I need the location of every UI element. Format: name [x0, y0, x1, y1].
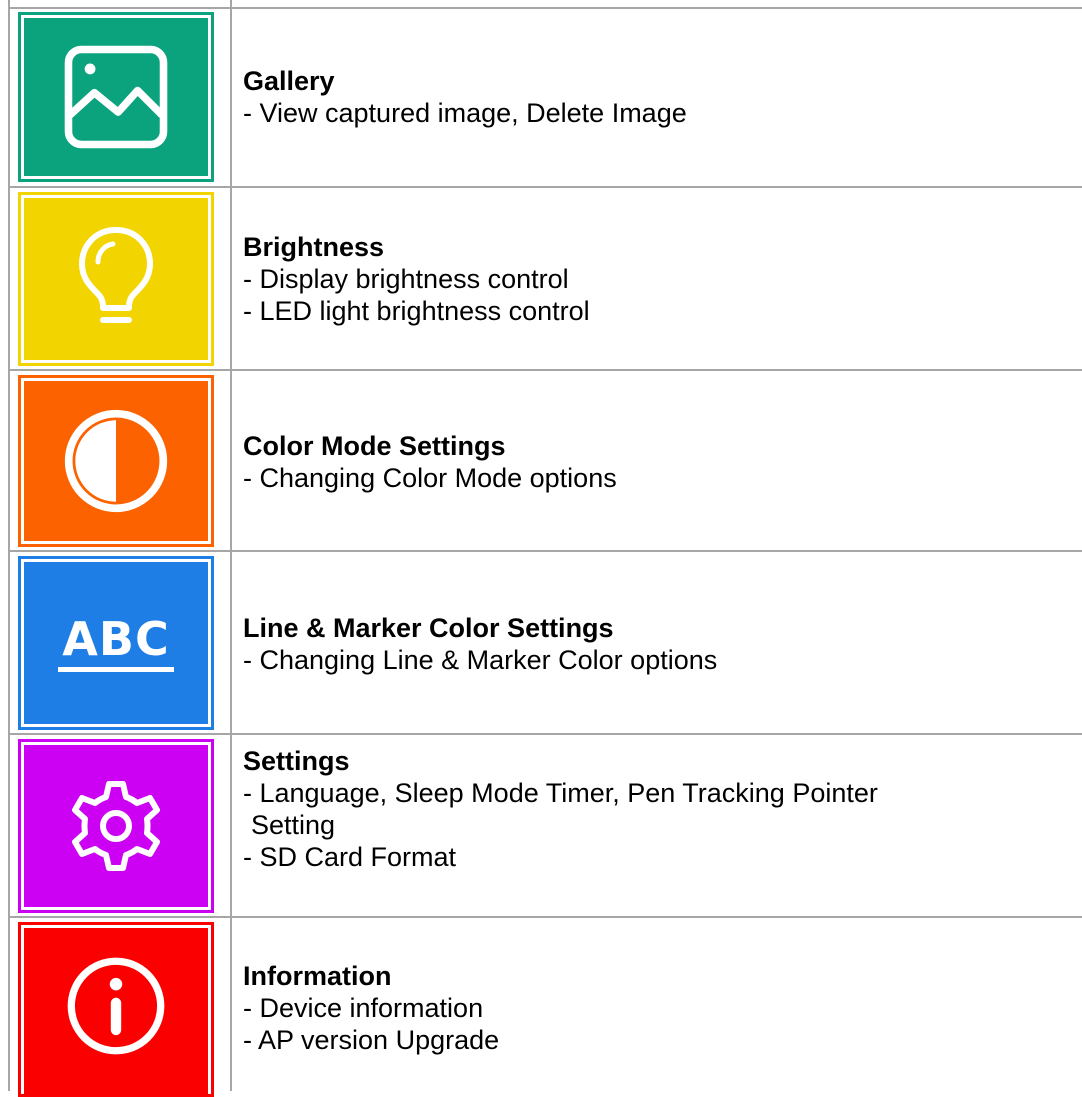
gallery-title: Gallery [243, 66, 335, 96]
line-marker-icon-frame: ABC [21, 559, 211, 727]
settings-icon-tile [18, 739, 214, 913]
gallery-icon-tile [18, 12, 214, 182]
table-row-line-marker: ABC Line & Marker Color Settings - Chang… [0, 552, 1082, 733]
settings-icon-frame [21, 742, 211, 910]
contrast-icon [64, 409, 168, 513]
table-row-settings: Settings - Language, Sleep Mode Timer, P… [0, 735, 1082, 916]
gallery-icon-frame [21, 15, 211, 179]
information-line-1: - Device information [243, 993, 484, 1023]
line-marker-description: Line & Marker Color Settings - Changing … [243, 612, 1052, 676]
brightness-line-2: - LED light brightness control [243, 296, 590, 326]
color-mode-icon-tile [18, 375, 214, 547]
info-icon [67, 957, 165, 1055]
color-mode-icon-frame [21, 378, 211, 544]
menu-description-table: Gallery - View captured image, Delete Im… [0, 0, 1082, 1097]
brightness-icon-tile [18, 192, 214, 366]
brightness-description: Brightness - Display brightness control … [243, 231, 1052, 327]
table-row-brightness: Brightness - Display brightness control … [0, 188, 1082, 369]
table-row-information: Information - Device information - AP ve… [0, 918, 1082, 1097]
image-icon [64, 45, 168, 149]
settings-line-3: - SD Card Format [243, 842, 457, 872]
table-row-gallery: Gallery - View captured image, Delete Im… [0, 9, 1082, 186]
line-marker-title: Line & Marker Color Settings [243, 613, 614, 643]
gallery-description: Gallery - View captured image, Delete Im… [243, 65, 1052, 129]
table-row-color-mode: Color Mode Settings - Changing Color Mod… [0, 371, 1082, 550]
settings-description: Settings - Language, Sleep Mode Timer, P… [243, 745, 1052, 873]
information-icon-tile [18, 922, 214, 1097]
information-description: Information - Device information - AP ve… [243, 960, 1052, 1056]
brightness-icon-frame [21, 195, 211, 363]
information-icon-frame [21, 925, 211, 1094]
color-mode-line-1: - Changing Color Mode options [243, 463, 617, 493]
line-marker-line-1: - Changing Line & Marker Color options [243, 645, 718, 675]
color-mode-title: Color Mode Settings [243, 431, 506, 461]
lightbulb-icon [79, 227, 153, 323]
brightness-title: Brightness [243, 232, 385, 262]
brightness-line-1: - Display brightness control [243, 264, 569, 294]
abc-underline [58, 666, 174, 672]
color-mode-description: Color Mode Settings - Changing Color Mod… [243, 430, 1052, 494]
settings-title: Settings [243, 746, 350, 776]
settings-line-1: - Language, Sleep Mode Timer, Pen Tracki… [243, 778, 878, 808]
line-marker-icon-tile: ABC [18, 556, 214, 730]
abc-text: ABC [62, 611, 170, 666]
gear-icon [72, 781, 160, 871]
information-title: Information [243, 961, 392, 991]
abc-text-icon: ABC [58, 615, 174, 672]
settings-line-2: Setting [251, 810, 336, 840]
information-line-2: - AP version Upgrade [243, 1025, 500, 1055]
gallery-line-1: - View captured image, Delete Image [243, 98, 687, 128]
